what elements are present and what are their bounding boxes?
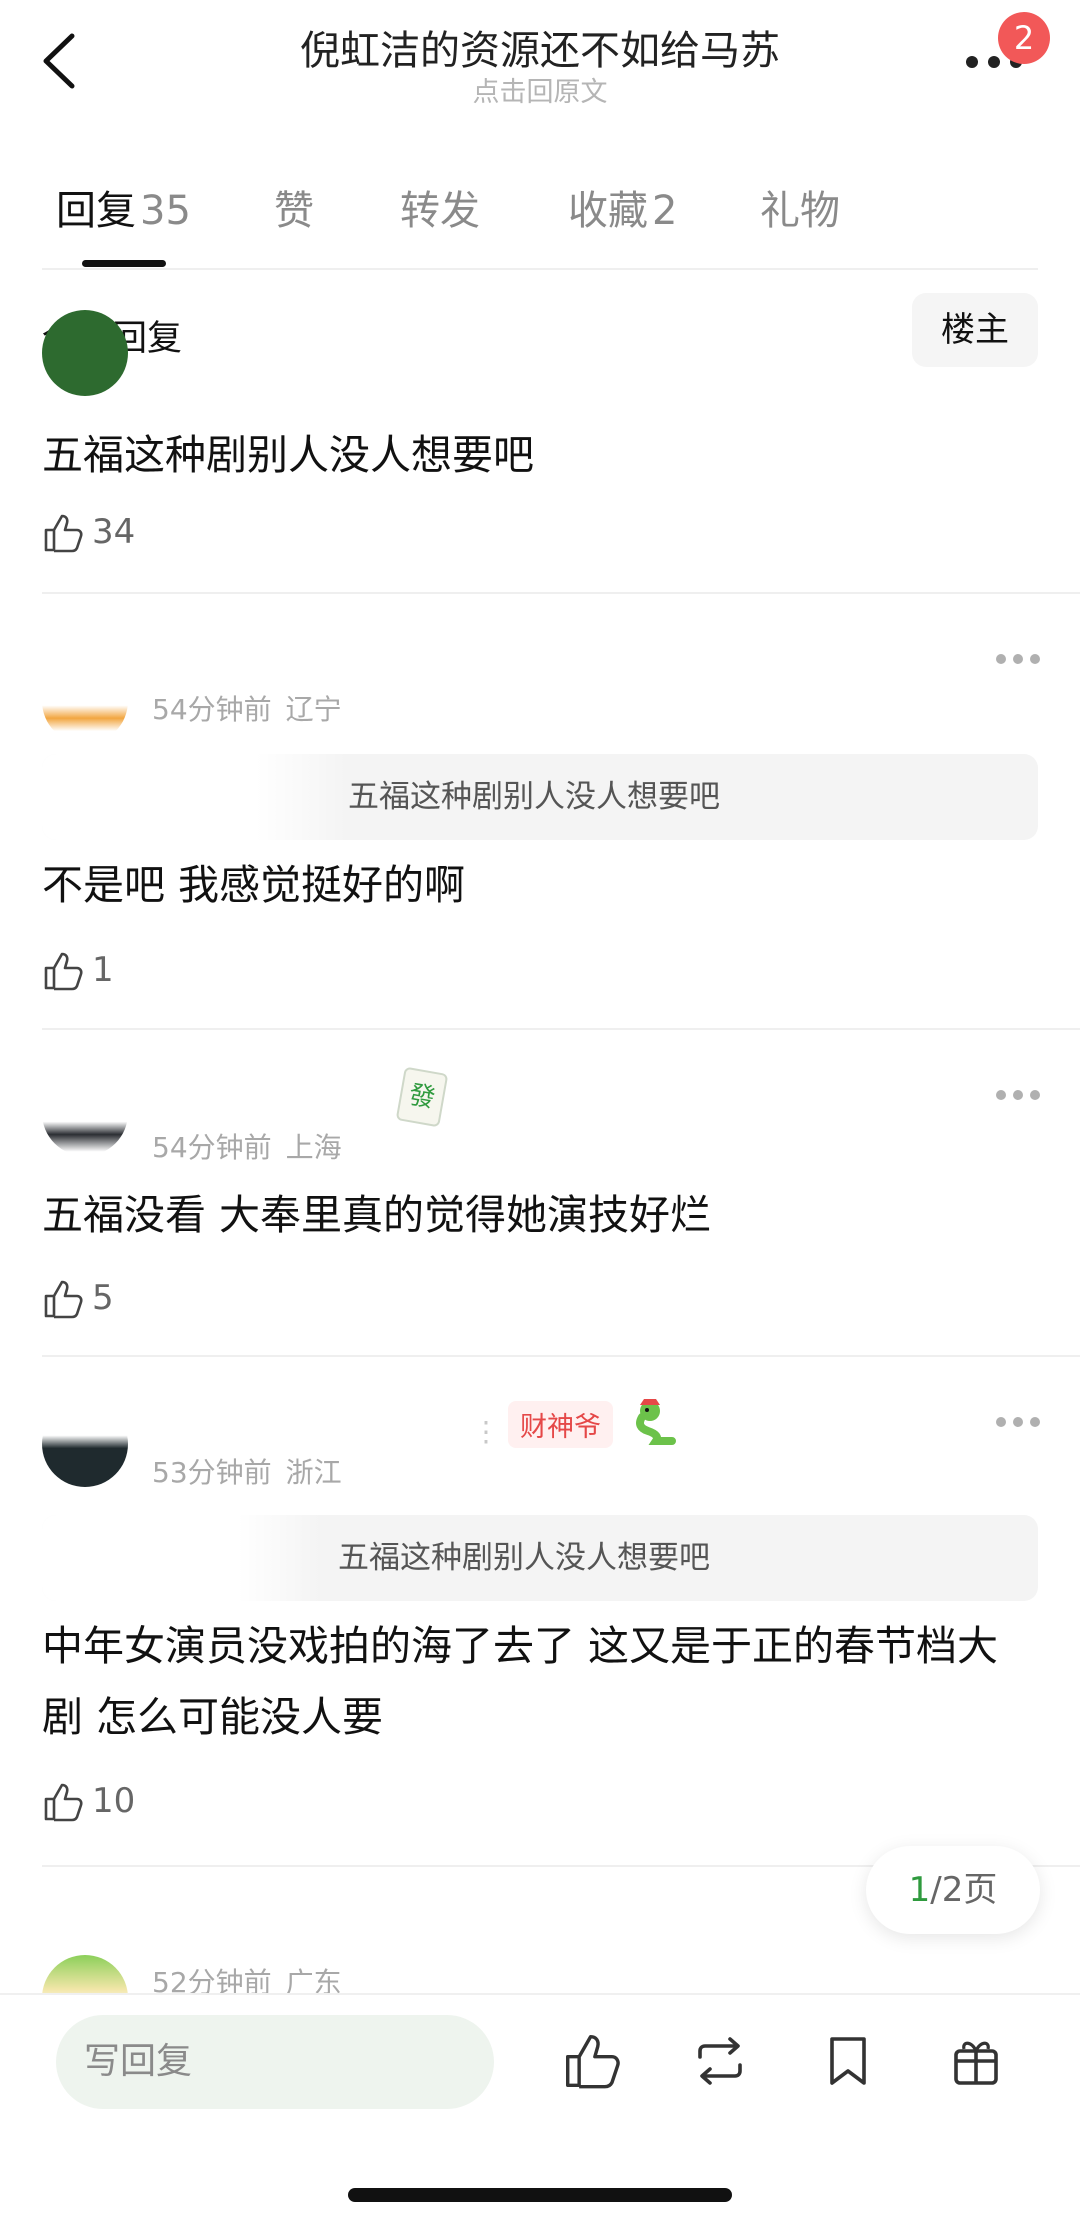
total-pages: /2页 [930,1870,998,1910]
comment-text: 五福没看 大奉里真的觉得她演技好烂 [42,1191,712,1239]
more-dots-icon [966,56,978,68]
repost-button[interactable] [690,2031,750,2091]
thumbs-up-icon [44,514,83,553]
avatar[interactable] [42,658,128,744]
owner-only-button[interactable]: 楼主 [912,293,1038,367]
like-count: 1 [92,950,114,990]
more-dot [1030,654,1040,664]
avatar[interactable] [42,310,128,396]
like-button[interactable]: 1 [42,946,182,994]
like-button[interactable]: 10 [42,1777,182,1825]
comment-text: 中年女演员没戏拍的海了去了 这又是于正的春节档大剧 怎么可能没人要 [42,1622,999,1741]
comment-more-button[interactable] [996,654,1040,666]
tab-label: 转发 [400,188,480,234]
tab-label: 礼物 [760,188,840,234]
comment-more-button[interactable] [996,1417,1040,1429]
tab-reposts[interactable]: 转发 [400,178,480,236]
view-original-link[interactable]: 点击回原文 [0,70,1080,109]
more-dots-icon [996,1417,1006,1427]
reply-input[interactable]: 写回复 [56,2015,494,2109]
notification-badge: 2 [998,12,1050,64]
page-indicator[interactable]: 1/2页 [866,1846,1040,1934]
quoted-text: 五福这种剧别人没人想要吧 [338,1540,710,1576]
avatar[interactable] [42,1401,128,1487]
more-dot [1030,1417,1040,1427]
repost-icon [698,2037,742,2085]
comment-time: 53分钟前 [152,1456,272,1489]
quoted-comment[interactable]: 五福这种剧别人没人想要吧 [42,754,1038,840]
comment-item[interactable]: 發 54分钟前 上海 五福没看 大奉里真的觉得她演技好烂 5 [0,1030,1080,1356]
comment-meta: 54分钟前 上海 [152,1126,342,1166]
comment-text: 五福这种剧别人没人想要吧 [42,431,534,479]
post-title[interactable]: 倪虹洁的资源还不如给马苏 [0,18,1080,76]
comment-location: 浙江 [285,1456,342,1489]
redacted-area [42,754,348,840]
tab-favorites[interactable]: 收藏 2 [568,178,677,236]
more-dots-icon [996,654,1006,664]
thumbs-up-icon [44,952,83,991]
comment-time: 54分钟前 [152,1131,272,1164]
comment-location: 辽宁 [285,693,342,726]
vip-tag: 财神爷 [508,1401,613,1448]
more-dot [1030,1090,1040,1100]
more-dot [1013,1417,1023,1427]
redacted-area [42,1515,322,1601]
like-button[interactable]: 5 [42,1274,182,1322]
more-dot [1013,654,1023,664]
tab-count: 35 [140,188,191,234]
gift-button[interactable] [946,2031,1006,2091]
like-post-button[interactable] [562,2031,622,2091]
comment-meta: 54分钟前 辽宁 [152,688,342,728]
snake-icon [630,1397,678,1445]
thumbs-up-icon [44,1280,83,1319]
comment-meta: 53分钟前 浙江 [152,1451,342,1491]
avatar[interactable] [42,1955,128,1993]
comment-time: 52分钟前 [152,1966,272,1993]
more-dot [1013,1090,1023,1100]
quoted-comment[interactable]: 五福这种剧别人没人想要吧 [42,1515,1038,1601]
avatar[interactable] [42,1070,128,1156]
like-button[interactable]: 34 [42,508,182,556]
more-dots-icon [996,1090,1006,1100]
tab-bar: 回复 35 赞 转发 收藏 2 礼物 [0,178,1080,268]
tab-replies[interactable]: 回复 35 [56,178,191,236]
comment-text: 不是吧 我感觉挺好的啊 [42,861,466,909]
comment-meta: 52分钟前 广东 [152,1961,342,1993]
like-count: 10 [92,1781,136,1821]
comment-item[interactable]: ⋮ 财神爷 53分钟前 浙江 五福这种剧别人没人想要吧 中年女演员没戏拍的海了去了… [0,1357,1080,1867]
tab-count: 2 [652,188,678,234]
bookmark-button[interactable] [818,2031,878,2091]
quoted-text: 五福这种剧别人没人想要吧 [348,779,720,815]
comment-more-button[interactable] [996,1090,1040,1102]
divider [42,268,1038,270]
thumbs-up-icon [44,1783,83,1822]
current-page: 1 [908,1870,931,1910]
comment-time: 54分钟前 [152,693,272,726]
comment-location: 上海 [285,1131,342,1164]
bookmark-icon [830,2037,866,2085]
user-badge: ⋮ [472,1415,500,1448]
active-tab-indicator [82,260,166,267]
comment-location: 广东 [285,1966,342,1993]
tab-likes[interactable]: 赞 [274,178,314,236]
tab-label: 赞 [274,188,314,234]
mahjong-tile-icon: 發 [395,1066,449,1128]
like-count: 34 [92,512,136,552]
like-count: 5 [92,1278,114,1318]
more-dot [988,56,1000,68]
comment-item[interactable]: 五福这种剧别人没人想要吧 34 [0,310,1080,596]
tab-label: 回复 [56,188,136,234]
top-nav-bar: 倪虹洁的资源还不如给马苏 点击回原文 2 [0,0,1080,130]
thumbs-up-icon [566,2035,620,2089]
gift-icon [954,2041,998,2085]
comment-item[interactable]: 54分钟前 辽宁 五福这种剧别人没人想要吧 不是吧 我感觉挺好的啊 1 [0,594,1080,1030]
tab-gifts[interactable]: 礼物 [760,178,840,236]
tab-label: 收藏 [568,188,648,234]
home-indicator [348,2188,732,2202]
